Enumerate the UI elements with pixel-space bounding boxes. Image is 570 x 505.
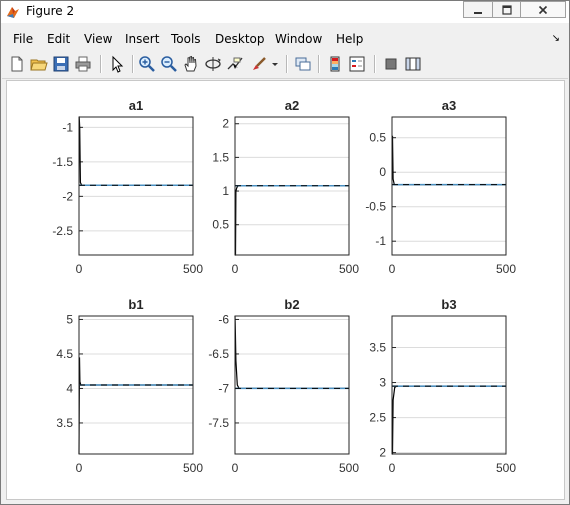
save-icon[interactable] <box>52 55 70 73</box>
subplot-a3: 0.50-0.5-10 500a3 <box>365 98 516 276</box>
edit-plot-icon[interactable] <box>108 55 126 73</box>
subplot-title: b1 <box>128 297 143 312</box>
toolbar-separator <box>318 55 320 73</box>
y-tick-label: 3.5 <box>369 341 386 355</box>
x-tick-label: 500 <box>339 262 359 276</box>
y-tick-label: -1 <box>375 234 386 248</box>
y-tick-label: -2.5 <box>52 224 73 238</box>
menu-insert[interactable]: Insert <box>125 32 159 46</box>
toolbar-separator <box>132 55 134 73</box>
figure-window: Figure 2 File Edit View Insert Tools Des… <box>0 0 570 505</box>
data-cursor-icon[interactable] <box>226 55 244 73</box>
subplot-title: a2 <box>285 98 299 113</box>
y-tick-label: -1 <box>62 120 73 134</box>
y-tick-label: 0.5 <box>369 131 386 145</box>
y-tick-label: 5 <box>66 312 73 326</box>
y-tick-label: 1.5 <box>212 150 229 164</box>
subplot-title: b3 <box>441 297 456 312</box>
print-icon[interactable] <box>74 55 92 73</box>
x-tick-label: 0 <box>389 461 396 475</box>
brush-icon[interactable] <box>250 55 268 73</box>
subplot-a2: 2 1.5 1 0.5 0 500 a2 <box>212 98 359 276</box>
toolbar-separator <box>374 55 376 73</box>
menu-file[interactable]: File <box>13 32 33 46</box>
subplot-grid: -1-1.5-2-2.50 500a121.510.50 500a20.50-0.5… <box>52 98 516 475</box>
minimize-button[interactable] <box>463 1 493 18</box>
subplot-title: a3 <box>442 98 456 113</box>
y-tick-label: -1.5 <box>52 155 73 169</box>
matlab-logo-icon <box>7 7 19 18</box>
subplot-b2: -6 -6.5 -7 -7.5 0 500 b2 <box>208 297 359 475</box>
minimize-icon <box>474 11 482 14</box>
y-tick-label: 0 <box>379 165 386 179</box>
y-tick-label: 2 <box>222 117 229 131</box>
zoom-out-icon[interactable] <box>160 55 178 73</box>
menu-edit[interactable]: Edit <box>47 32 70 46</box>
y-tick-label: -6.5 <box>208 347 229 361</box>
menu-help[interactable]: Help <box>336 32 363 46</box>
y-tick-label: 1 <box>222 184 229 198</box>
x-tick-label: 500 <box>183 262 203 276</box>
insert-legend-icon[interactable] <box>348 55 366 73</box>
figure-canvas[interactable]: -1 -1.5 -2 -2.5 0 500 a1 2 1.5 1 0.5 0 500 a2 0.5 0 -0.5… <box>6 80 565 500</box>
rotate-3d-icon[interactable] <box>204 55 222 73</box>
maximize-icon <box>501 4 512 15</box>
close-button[interactable] <box>520 1 566 18</box>
y-tick-label: -7.5 <box>208 416 229 430</box>
new-figure-icon[interactable] <box>8 55 26 73</box>
menu-desktop[interactable]: Desktop <box>215 32 265 46</box>
y-tick-label: -7 <box>218 381 229 395</box>
axes-background <box>235 316 349 454</box>
close-icon <box>538 5 548 14</box>
toolbar-separator <box>286 55 288 73</box>
show-plot-tools-icon[interactable] <box>404 55 422 73</box>
x-tick-label: 500 <box>339 461 359 475</box>
y-tick-label: -0.5 <box>365 200 386 214</box>
subplot-title: b2 <box>284 297 299 312</box>
y-tick-label: 0.5 <box>212 218 229 232</box>
window-title: Figure 2 <box>26 4 75 18</box>
x-tick-label: 500 <box>496 262 516 276</box>
menu-bar: File Edit View Insert Tools Desktop Wind… <box>2 29 568 49</box>
x-tick-label: 0 <box>232 262 239 276</box>
subplot-b1: 5 4.5 4 3.5 0 500 b1 <box>56 297 203 475</box>
open-file-icon[interactable] <box>30 55 48 73</box>
hide-plot-tools-icon[interactable] <box>382 55 400 73</box>
y-tick-label: 2 <box>379 446 386 460</box>
menu-window[interactable]: Window <box>275 32 322 46</box>
title-bar[interactable]: Figure 2 <box>1 1 569 23</box>
figure-toolbar <box>2 50 568 79</box>
link-plot-icon[interactable] <box>294 55 312 73</box>
x-tick-label: 0 <box>76 262 83 276</box>
y-tick-label: 2.5 <box>369 411 386 425</box>
pan-icon[interactable] <box>182 55 200 73</box>
subplot-a1: -1 -1.5 -2 -2.5 0 500 a1 <box>52 98 203 276</box>
y-tick-label: -6 <box>218 312 229 326</box>
x-tick-label: 0 <box>389 262 396 276</box>
x-tick-label: 500 <box>183 461 203 475</box>
x-tick-label: 0 <box>232 461 239 475</box>
menu-view[interactable]: View <box>84 32 112 46</box>
menu-tools[interactable]: Tools <box>171 32 201 46</box>
y-tick-label: 3.5 <box>56 416 73 430</box>
y-tick-label: 4 <box>66 381 73 395</box>
y-tick-label: 4.5 <box>56 347 73 361</box>
x-tick-label: 500 <box>496 461 516 475</box>
insert-colorbar-icon[interactable] <box>326 55 344 73</box>
x-tick-label: 0 <box>76 461 83 475</box>
subplot-title: a1 <box>129 98 143 113</box>
menu-dock-arrow-icon[interactable]: ↘ <box>552 33 560 44</box>
y-tick-label: -2 <box>62 189 73 203</box>
y-tick-label: 3 <box>379 376 386 390</box>
toolbar-separator <box>100 55 102 73</box>
maximize-button[interactable] <box>492 1 521 18</box>
zoom-in-icon[interactable] <box>138 55 156 73</box>
brush-dropdown-icon[interactable] <box>270 55 280 73</box>
subplot-b3: 3.5 3 2.5 20 500 b3 <box>369 297 516 475</box>
axes-background <box>392 316 506 454</box>
